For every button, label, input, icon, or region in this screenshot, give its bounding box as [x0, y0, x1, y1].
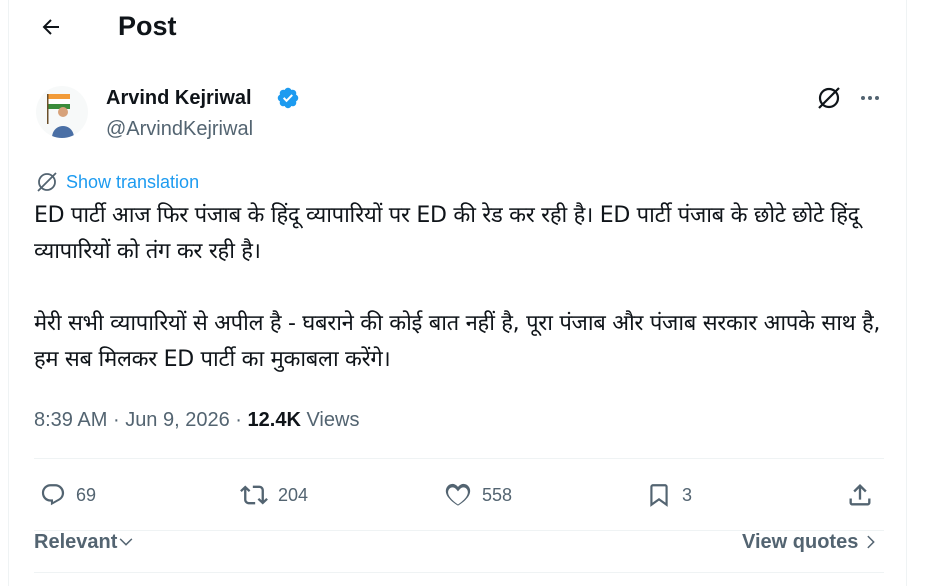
show-translation-label: Show translation: [66, 171, 200, 192]
repost-icon: [240, 485, 268, 505]
more-options-button[interactable]: [855, 84, 885, 112]
verified-badge-icon: [277, 87, 299, 109]
bookmark-count: 3: [682, 484, 693, 505]
action-bar: 69 204 558 3: [34, 476, 884, 514]
chevron-down-icon: [120, 538, 133, 546]
back-button[interactable]: [33, 9, 69, 45]
grok-icon: [818, 87, 840, 109]
divider: [34, 572, 884, 573]
tweet-time[interactable]: 8:39 AM: [34, 409, 107, 431]
meta-separator: ·: [112, 409, 120, 431]
like-button[interactable]: 558: [444, 476, 512, 514]
reply-icon: [41, 484, 65, 506]
avatar[interactable]: [36, 86, 88, 138]
reply-count: 69: [76, 484, 97, 505]
left-column-border: [8, 0, 9, 586]
back-arrow-icon: [42, 19, 59, 35]
repost-count: 204: [278, 484, 309, 505]
like-icon: [445, 483, 471, 506]
tweet-text: ED पार्टी आज फिर पंजाब के हिंदू व्यापारि…: [34, 198, 884, 378]
repost-button[interactable]: 204: [240, 476, 308, 514]
tweet-date[interactable]: Jun 9, 2026: [125, 409, 230, 431]
grok-button[interactable]: [815, 84, 843, 112]
like-count: 558: [482, 484, 513, 505]
page-title: Post: [118, 11, 177, 41]
show-translation-link[interactable]: Show translation: [36, 170, 199, 194]
share-icon: [849, 484, 871, 506]
meta-separator: ·: [235, 409, 242, 431]
sort-label: Relevant: [34, 530, 118, 553]
view-quotes-link[interactable]: View quotes: [742, 528, 880, 556]
divider: [34, 458, 884, 459]
tweet-paragraph: ED पार्टी आज फिर पंजाब के हिंदू व्यापारि…: [34, 203, 859, 264]
share-button[interactable]: [846, 476, 874, 514]
view-quotes-label: View quotes: [742, 530, 859, 553]
views-label: Views: [306, 409, 360, 431]
page-header: Post: [0, 0, 906, 53]
reply-button[interactable]: 69: [40, 476, 96, 514]
author-handle[interactable]: @ArvindKejriwal: [106, 116, 253, 142]
bookmark-icon: [650, 484, 668, 507]
more-icon: [861, 96, 879, 100]
chevron-right-icon: [867, 535, 876, 549]
tweet-paragraph: मेरी सभी व्यापारियों से अपील है - घबराने…: [34, 311, 881, 372]
bookmark-button[interactable]: 3: [646, 476, 692, 514]
sort-dropdown[interactable]: Relevant: [34, 528, 135, 556]
translate-icon: [37, 172, 57, 192]
views-count: 12.4K: [247, 409, 301, 431]
tweet-meta: 8:39 AM · Jun 9, 2026 · 12.4K Views: [34, 406, 359, 434]
right-column-border: [906, 0, 907, 586]
author-name[interactable]: Arvind Kejriwal: [106, 85, 252, 111]
